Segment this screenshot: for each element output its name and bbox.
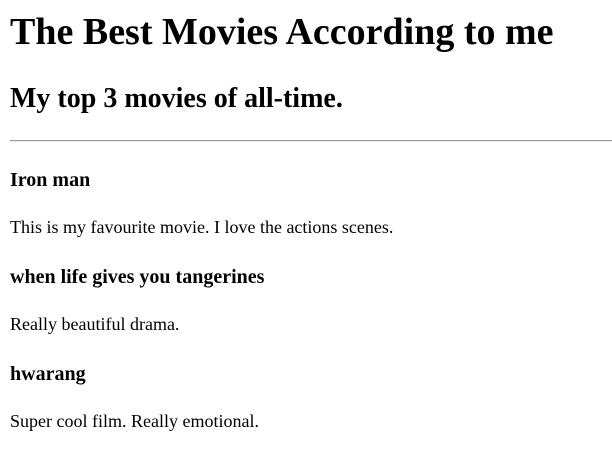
page-title: The Best Movies According to me	[10, 11, 554, 53]
movie-description: Super cool film. Really emotional.	[10, 411, 259, 431]
movie-description: This is my favourite movie. I love the a…	[10, 217, 394, 237]
movie-title: Iron man	[10, 169, 91, 191]
page-subtitle: My top 3 movies of all-time.	[10, 83, 343, 114]
movie-description: Really beautiful drama.	[10, 314, 180, 334]
movie-title: hwarang	[10, 363, 86, 385]
divider	[10, 140, 612, 142]
movie-title: when life gives you tangerines	[10, 266, 265, 288]
